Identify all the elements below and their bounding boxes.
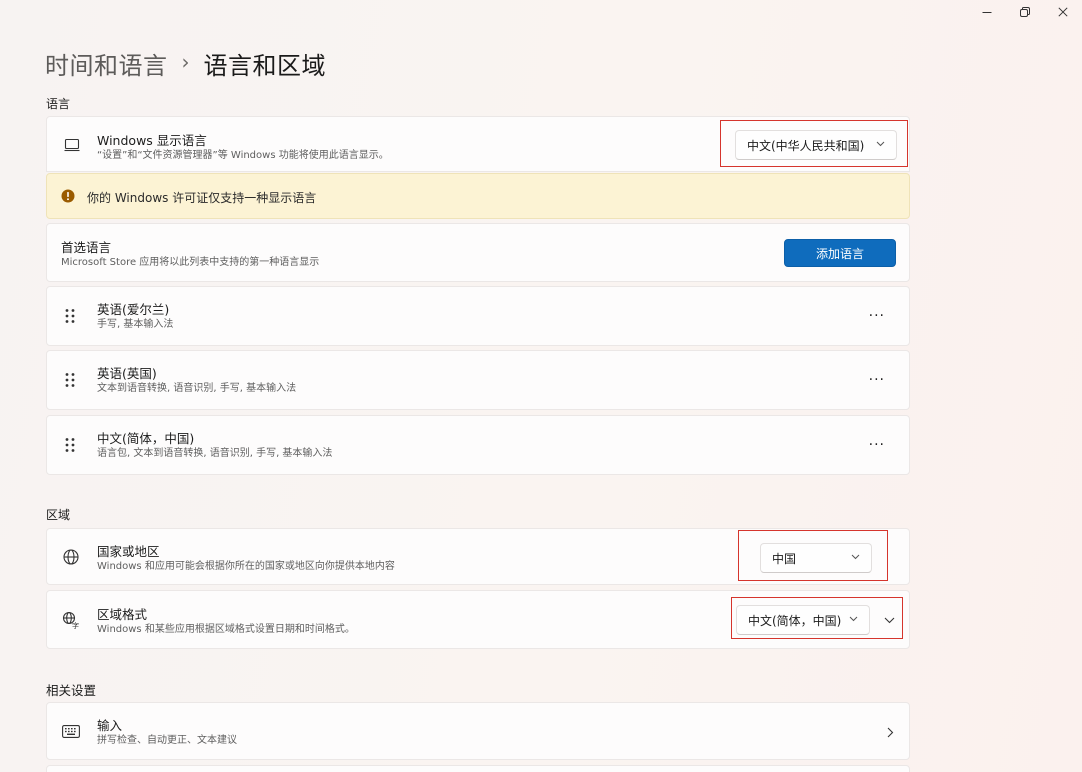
drag-handle-icon[interactable]	[65, 372, 75, 388]
drag-handle-icon[interactable]	[65, 308, 75, 324]
breadcrumb-parent-link[interactable]: 时间和语言	[45, 46, 168, 81]
svg-text:字: 字	[72, 621, 79, 629]
globe-icon	[63, 549, 79, 565]
typing-settings-card[interactable]: 输入 拼写检查、自动更正、文本建议	[46, 702, 910, 760]
expand-chevron-icon[interactable]	[884, 617, 895, 624]
regional-format-title: 区域格式	[97, 607, 148, 622]
breadcrumb: 时间和语言 › 语言和区域	[45, 46, 326, 80]
display-language-selected: 中文(中华人民共和国)	[747, 138, 865, 153]
minimize-icon	[982, 12, 992, 13]
typing-subtitle: 拼写检查、自动更正、文本建议	[97, 735, 237, 746]
language-list-item[interactable]: 中文(简体，中国) 语言包, 文本到语音转换, 语音识别, 手写, 基本输入法 …	[46, 415, 910, 475]
close-button[interactable]	[1044, 0, 1082, 24]
display-language-dropdown[interactable]: 中文(中华人民共和国)	[735, 130, 897, 160]
regional-format-selected: 中文(简体，中国)	[748, 613, 842, 628]
chevron-down-icon	[849, 616, 858, 622]
restore-button[interactable]	[1006, 0, 1044, 24]
typing-title: 输入	[97, 718, 123, 733]
minimize-button[interactable]	[968, 0, 1006, 24]
display-language-subtitle: “设置”和“文件资源管理器”等 Windows 功能将使用此语言显示。	[97, 150, 389, 161]
country-region-card: 国家或地区 Windows 和应用可能会根据你所在的国家或地区向你提供本地内容 …	[46, 528, 910, 585]
language-name: 英语(英国)	[97, 366, 157, 381]
drag-handle-icon[interactable]	[65, 437, 75, 453]
keyboard-icon	[62, 725, 80, 738]
regional-format-dropdown[interactable]: 中文(简体，中国)	[736, 605, 870, 635]
restore-icon	[1020, 7, 1030, 17]
country-region-subtitle: Windows 和应用可能会根据你所在的国家或地区向你提供本地内容	[97, 561, 395, 572]
more-options-button[interactable]: ···	[869, 309, 885, 323]
country-region-title: 国家或地区	[97, 544, 160, 559]
language-name: 英语(爱尔兰)	[97, 302, 170, 317]
regional-format-card[interactable]: 字 区域格式 Windows 和某些应用根据区域格式设置日期和时间格式。 中文(…	[46, 590, 910, 649]
license-warning-text: 你的 Windows 许可证仅支持一种显示语言	[87, 191, 317, 205]
add-language-button[interactable]: 添加语言	[784, 239, 896, 267]
language-list-item[interactable]: 英语(英国) 文本到语音转换, 语音识别, 手写, 基本输入法 ···	[46, 350, 910, 410]
page-title: 语言和区域	[203, 51, 326, 80]
preferred-languages-subtitle: Microsoft Store 应用将以此列表中支持的第一种语言显示	[61, 257, 320, 268]
warning-icon	[61, 189, 75, 203]
breadcrumb-separator: ›	[181, 50, 190, 74]
region-format-icon: 字	[62, 611, 79, 629]
language-features: 语言包, 文本到语音转换, 语音识别, 手写, 基本输入法	[97, 448, 333, 459]
country-region-selected: 中国	[772, 551, 797, 566]
language-features: 文本到语音转换, 语音识别, 手写, 基本输入法	[97, 383, 297, 394]
section-label-region: 区域	[46, 508, 71, 522]
window-controls	[968, 0, 1082, 24]
preferred-languages-card: 首选语言 Microsoft Store 应用将以此列表中支持的第一种语言显示	[46, 223, 910, 282]
next-settings-card	[46, 765, 910, 772]
monitor-icon	[63, 136, 81, 154]
more-options-button[interactable]: ···	[869, 438, 885, 452]
chevron-right-icon	[887, 727, 894, 738]
chevron-down-icon	[876, 141, 885, 147]
country-region-dropdown[interactable]: 中国	[760, 543, 872, 573]
display-language-title: Windows 显示语言	[97, 133, 207, 148]
language-list-item[interactable]: 英语(爱尔兰) 手写, 基本输入法 ···	[46, 286, 910, 346]
section-label-language: 语言	[46, 97, 71, 111]
language-features: 手写, 基本输入法	[97, 319, 174, 330]
chevron-down-icon	[851, 554, 860, 560]
license-warning-bar: 你的 Windows 许可证仅支持一种显示语言	[46, 173, 910, 219]
display-language-card: Windows 显示语言 “设置”和“文件资源管理器”等 Windows 功能将…	[46, 116, 910, 172]
preferred-languages-title: 首选语言	[61, 240, 112, 255]
more-options-button[interactable]: ···	[869, 373, 885, 387]
regional-format-subtitle: Windows 和某些应用根据区域格式设置日期和时间格式。	[97, 624, 355, 635]
close-icon	[1058, 7, 1068, 17]
section-label-related: 相关设置	[46, 683, 97, 698]
language-name: 中文(简体，中国)	[97, 431, 195, 446]
